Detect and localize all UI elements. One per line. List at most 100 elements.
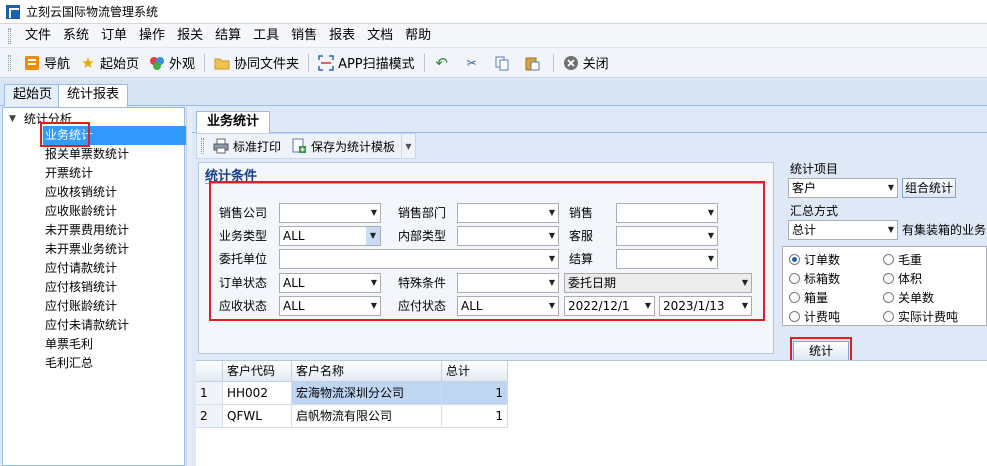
close-label: 关闭 (582, 57, 609, 72)
summary-mode-select[interactable]: 总计 ▼ (788, 220, 898, 240)
column-customer-code[interactable]: 客户代码 (223, 361, 292, 382)
menu-bar: 文件 系统 订单 操作 报关 结算 工具 销售 报表 文档 帮助 (0, 24, 987, 48)
radio-actual-billing-ton[interactable]: 实际计费吨 (883, 307, 958, 325)
tab-home-page[interactable]: 起始页 (4, 84, 62, 106)
tab-statistics-report[interactable]: 统计报表 (58, 84, 129, 107)
menu-settlement[interactable]: 结算 (209, 24, 247, 48)
radio-volume[interactable]: 体积 (883, 269, 922, 287)
table-cell-code[interactable]: QFWL (223, 405, 292, 428)
stat-item-value: 客户 (792, 181, 817, 195)
table-cell-name[interactable]: 宏海物流深圳分公司 (292, 382, 442, 405)
radio-dot (883, 253, 894, 265)
save-template-button[interactable]: 保存为统计模板 (286, 134, 400, 158)
radio-label: 实际计费吨 (898, 309, 959, 324)
radio-gross-weight[interactable]: 毛重 (883, 250, 922, 268)
nav-button[interactable]: 导航 (19, 51, 75, 75)
undo-button[interactable]: ↶ (429, 51, 459, 75)
shared-folder-button[interactable]: 协同文件夹 (209, 51, 304, 75)
report-toolbar-grip[interactable] (201, 138, 204, 154)
tree-item-ar-writeoff[interactable]: 应收核销统计 (43, 183, 188, 202)
report-toolbar: 标准打印 保存为统计模板 ▼ (196, 133, 416, 159)
home-page-button[interactable]: ★ 起始页 (75, 51, 144, 75)
column-total[interactable]: 总计 (442, 361, 508, 382)
menu-system[interactable]: 系统 (57, 24, 95, 48)
paste-button[interactable] (519, 51, 549, 75)
highlight-business-stats (40, 122, 90, 147)
menu-customs[interactable]: 报关 (171, 24, 209, 48)
row-number: 2 (196, 405, 223, 428)
summary-mode-value: 总计 (792, 223, 817, 237)
standard-print-button[interactable]: 标准打印 (208, 134, 286, 158)
printer-icon (213, 138, 229, 154)
toolbar-separator (204, 53, 206, 72)
tree-expand-icon[interactable]: ▼ (9, 114, 16, 124)
tree-item-customs-count[interactable]: 报关单票数统计 (43, 145, 188, 164)
home-page-label: 起始页 (100, 57, 140, 72)
paste-icon (524, 55, 540, 71)
summary-mode-label: 汇总方式 (790, 204, 839, 218)
results-table: 客户代码 客户名称 总计 1 HH002 宏海物流深圳分公司 1 2 QFWL … (196, 360, 987, 466)
save-template-label: 保存为统计模板 (311, 139, 396, 154)
measure-radio-group: 订单数 毛重 标箱数 体积 箱量 关单数 计费吨 实际计费吨 (782, 246, 987, 326)
close-circle-icon (563, 55, 579, 71)
table-cell-name[interactable]: 启帆物流有限公司 (292, 405, 442, 428)
row-number-header (196, 361, 223, 382)
tree-item-ap-request[interactable]: 应付请款统计 (43, 259, 188, 278)
column-customer-name[interactable]: 客户名称 (292, 361, 442, 382)
tree-item-ap-unrequested[interactable]: 应付未请款统计 (43, 316, 188, 335)
toolbar-overflow-dropdown[interactable]: ▼ (401, 134, 415, 158)
radio-label: 体积 (898, 271, 923, 286)
radio-customs-count[interactable]: 关单数 (883, 288, 934, 306)
table-cell-total[interactable]: 1 (442, 405, 508, 428)
table-cell-total[interactable]: 1 (442, 382, 508, 405)
toolbar-grip-handle[interactable] (8, 54, 11, 71)
menu-sales[interactable]: 销售 (285, 24, 323, 48)
menu-grip-handle[interactable] (8, 27, 11, 44)
combo-stats-button[interactable]: 组合统计 (902, 178, 956, 198)
standard-print-label: 标准打印 (233, 139, 282, 154)
tree-item-profit-summary[interactable]: 毛利汇总 (43, 354, 188, 373)
row-number: 1 (196, 382, 223, 405)
appearance-label: 外观 (169, 57, 196, 72)
menu-operation[interactable]: 操作 (133, 24, 171, 48)
radio-container-qty[interactable]: 箱量 (789, 288, 828, 306)
appearance-button[interactable]: 外观 (144, 51, 200, 75)
save-template-icon (291, 138, 307, 154)
menu-documents[interactable]: 文档 (361, 24, 399, 48)
radio-order-count[interactable]: 订单数 (789, 250, 840, 268)
toolbar-separator (308, 53, 310, 72)
stat-item-select[interactable]: 客户 ▼ (788, 178, 898, 198)
table-cell-code[interactable]: HH002 (223, 382, 292, 405)
tree-item-single-profit[interactable]: 单票毛利 (43, 335, 188, 354)
chevron-down-icon: ▼ (887, 225, 894, 234)
app-scan-mode-button[interactable]: APP扫描模式 (313, 51, 420, 75)
menu-reports[interactable]: 报表 (323, 24, 361, 48)
radio-teu-count[interactable]: 标箱数 (789, 269, 840, 287)
radio-dot (883, 310, 894, 322)
tree-item-invoice-stats[interactable]: 开票统计 (43, 164, 188, 183)
menu-file[interactable]: 文件 (19, 24, 57, 48)
radio-dot (883, 272, 894, 284)
tree-item-uninvoiced-business[interactable]: 未开票业务统计 (43, 240, 188, 259)
tree-item-ap-writeoff[interactable]: 应付核销统计 (43, 278, 188, 297)
chevron-down-icon: ▼ (887, 183, 894, 192)
nav-label: 导航 (44, 57, 71, 72)
radio-billing-ton[interactable]: 计费吨 (789, 307, 840, 325)
statistics-tree-panel: ▼ 统计分析 业务统计 报关单票数统计 开票统计 应收核销统计 应收账龄统计 未… (2, 107, 188, 466)
close-button[interactable]: 关闭 (558, 51, 614, 75)
star-icon: ★ (81, 53, 95, 72)
app-scan-mode-label: APP扫描模式 (338, 57, 415, 72)
radio-label: 箱量 (804, 290, 829, 305)
tab-business-stats[interactable]: 业务统计 (196, 111, 271, 133)
tree-item-ar-aging[interactable]: 应收账龄统计 (43, 202, 188, 221)
tree-item-uninvoiced-fees[interactable]: 未开票费用统计 (43, 221, 188, 240)
menu-order[interactable]: 订单 (95, 24, 133, 48)
tree-item-ap-aging[interactable]: 应付账龄统计 (43, 297, 188, 316)
document-tab-strip: 起始页 统计报表 (0, 80, 987, 107)
menu-help[interactable]: 帮助 (399, 24, 437, 48)
menu-tools[interactable]: 工具 (247, 24, 285, 48)
radio-label: 计费吨 (804, 309, 841, 324)
cut-button[interactable]: ✂ (459, 51, 489, 75)
stat-item-label: 统计项目 (790, 162, 839, 176)
copy-button[interactable] (489, 51, 519, 75)
